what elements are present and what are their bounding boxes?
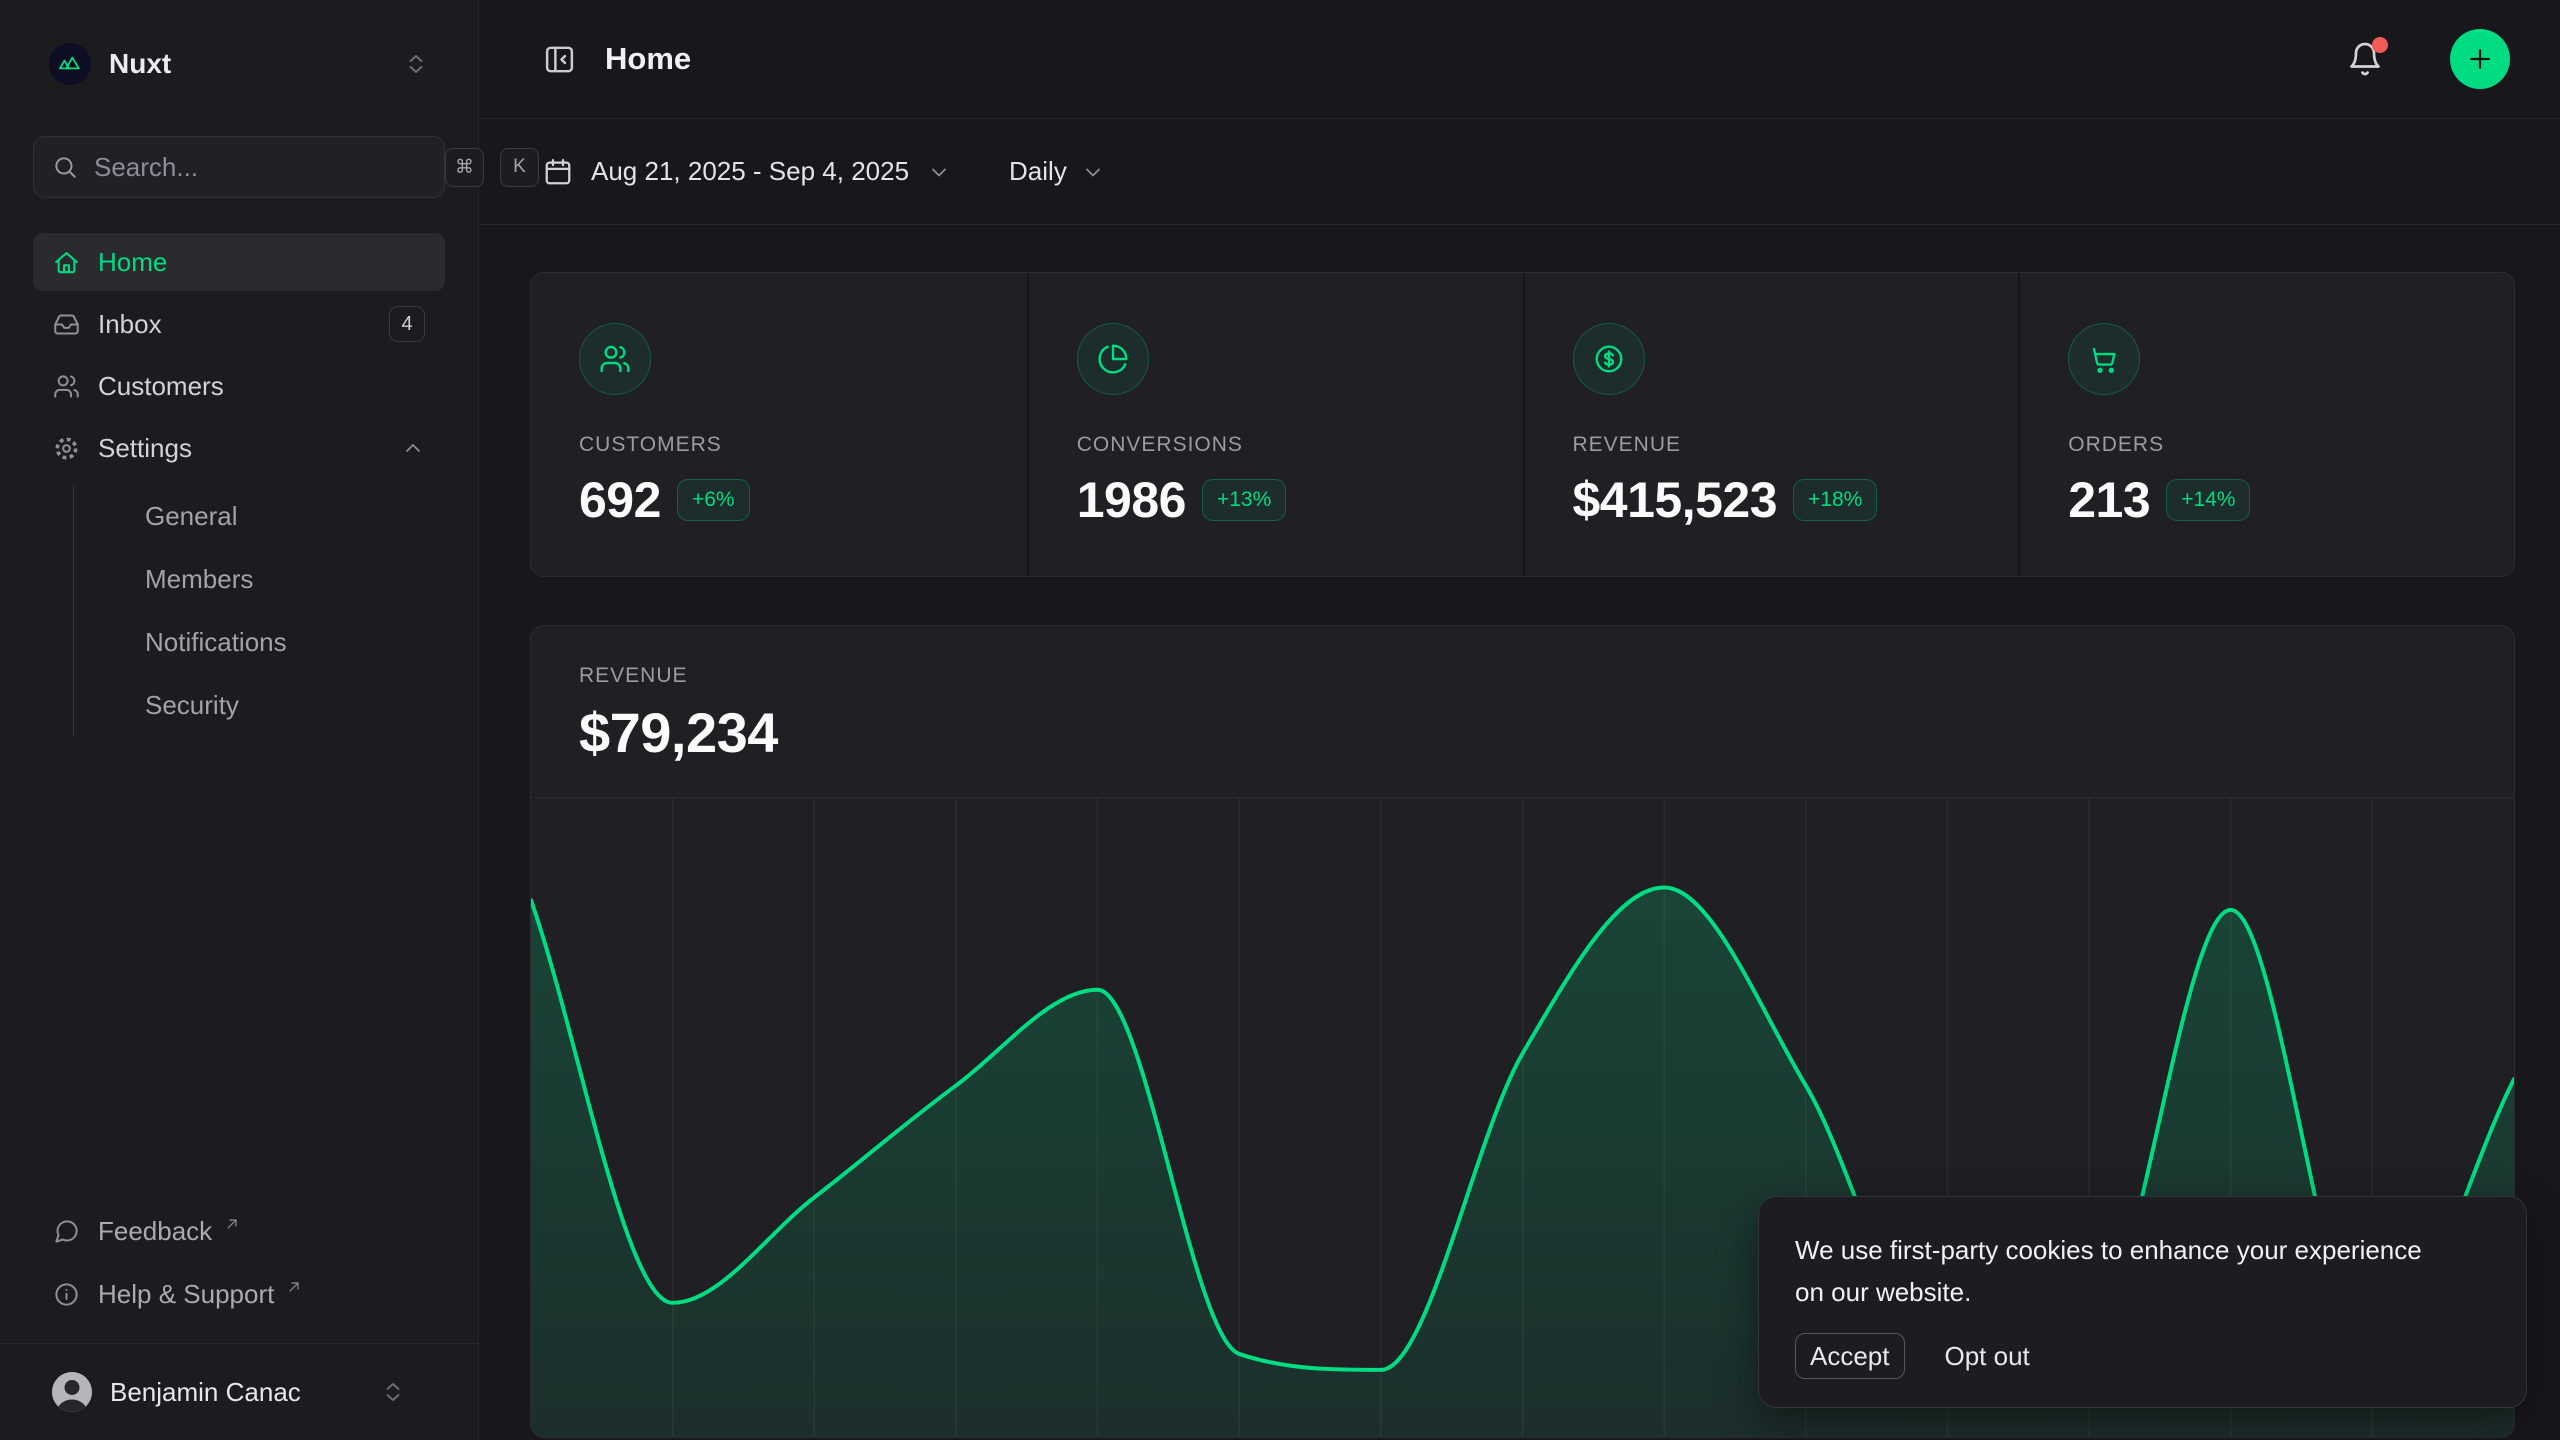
chevron-up-icon (401, 436, 425, 460)
users-icon (53, 373, 80, 400)
date-range-picker[interactable]: Aug 21, 2025 - Sep 4, 2025 (543, 156, 951, 187)
circle-dollar-icon (1573, 323, 1645, 395)
sidebar-item-inbox[interactable]: Inbox 4 (33, 295, 445, 353)
stat-delta-badge: +6% (677, 479, 750, 521)
date-range-value: Aug 21, 2025 - Sep 4, 2025 (591, 156, 909, 187)
cookie-banner: We use first-party cookies to enhance yo… (1758, 1196, 2527, 1408)
search-field[interactable] (94, 152, 429, 183)
footer-link-label: Feedback (98, 1216, 212, 1247)
stat-card-conversions: CONVERSIONS 1986 +13% (1027, 273, 1523, 576)
accept-button[interactable]: Accept (1795, 1333, 1905, 1379)
shopping-cart-icon (2068, 323, 2140, 395)
pie-chart-icon (1077, 323, 1149, 395)
sidebar-item-settings[interactable]: Settings (33, 419, 445, 477)
chevron-down-icon (1081, 160, 1105, 184)
stat-value: 1986 (1077, 471, 1186, 529)
sidebar-item-label: Home (98, 247, 425, 278)
stat-label: REVENUE (1573, 433, 1971, 457)
stat-label: CUSTOMERS (579, 433, 979, 457)
submenu-item-label: Security (145, 690, 239, 721)
stat-value: 692 (579, 471, 661, 529)
granularity-value: Daily (1009, 156, 1067, 187)
stat-card-customers: CUSTOMERS 692 +6% (531, 273, 1027, 576)
workspace-name: Nuxt (109, 48, 385, 80)
sidebar: Nuxt ⌘ K Home Inbox 4 (0, 0, 479, 1440)
plus-icon (2465, 44, 2495, 74)
submenu-item-label: Members (145, 564, 253, 595)
panel-left-close-icon (543, 43, 576, 76)
sidebar-item-members[interactable]: Members (74, 548, 445, 611)
sidebar-item-label: Inbox (98, 309, 371, 340)
search-icon (52, 154, 78, 180)
stat-card-revenue: REVENUE $415,523 +18% (1523, 273, 2019, 576)
calendar-icon (543, 157, 573, 187)
help-support-link[interactable]: Help & Support (33, 1265, 445, 1323)
granularity-select[interactable]: Daily (1009, 156, 1105, 187)
toolbar: Aug 21, 2025 - Sep 4, 2025 Daily (479, 119, 2560, 225)
stat-delta-badge: +14% (2166, 479, 2250, 521)
search-input[interactable]: ⌘ K (33, 136, 445, 198)
sidebar-item-label: Customers (98, 371, 425, 402)
submenu-item-label: Notifications (145, 627, 287, 658)
sidebar-item-security[interactable]: Security (74, 674, 445, 737)
chat-bubble-icon (53, 1218, 80, 1245)
user-name: Benjamin Canac (110, 1377, 362, 1408)
external-link-icon (286, 1279, 302, 1295)
sidebar-footer-nav: Feedback Help & Support (33, 1202, 445, 1323)
notification-dot (2372, 37, 2388, 53)
workspace-selector[interactable]: Nuxt (33, 36, 445, 92)
opt-out-button[interactable]: Opt out (1945, 1341, 2030, 1372)
page-title: Home (605, 41, 2318, 77)
sidebar-toggle-button[interactable] (543, 43, 576, 76)
chevron-down-icon (927, 160, 951, 184)
revenue-chart-label: REVENUE (579, 664, 2466, 688)
stat-value: 213 (2068, 471, 2150, 529)
gear-icon (53, 435, 80, 462)
settings-submenu: General Members Notifications Security (33, 485, 445, 737)
info-circle-icon (53, 1281, 80, 1308)
user-section: Benjamin Canac (0, 1343, 478, 1440)
cookie-message: We use first-party cookies to enhance yo… (1795, 1229, 2425, 1313)
stat-label: ORDERS (2068, 433, 2466, 457)
stat-delta-badge: +13% (1202, 479, 1286, 521)
inbox-count-badge: 4 (389, 306, 425, 342)
chevrons-up-down-icon (380, 1379, 406, 1405)
page-header: Home (479, 0, 2560, 119)
external-link-icon (224, 1216, 240, 1232)
nuxt-logo-icon (49, 43, 91, 85)
users-icon (579, 323, 651, 395)
stat-label: CONVERSIONS (1077, 433, 1475, 457)
chevrons-up-down-icon (403, 51, 429, 77)
notifications-button[interactable] (2347, 41, 2383, 77)
avatar (52, 1372, 92, 1412)
user-menu[interactable]: Benjamin Canac (33, 1360, 425, 1424)
sidebar-item-notifications[interactable]: Notifications (74, 611, 445, 674)
stat-card-orders: ORDERS 213 +14% (2018, 273, 2514, 576)
sidebar-nav: Home Inbox 4 Customers Settings (33, 233, 445, 737)
home-icon (53, 249, 80, 276)
stats-row: CUSTOMERS 692 +6% CONVERSIONS 1986 +13% (530, 272, 2515, 577)
sidebar-item-customers[interactable]: Customers (33, 357, 445, 415)
sidebar-item-home[interactable]: Home (33, 233, 445, 291)
sidebar-item-label: Settings (98, 433, 383, 464)
revenue-chart-value: $79,234 (579, 700, 2466, 765)
submenu-item-label: General (145, 501, 238, 532)
sidebar-item-general[interactable]: General (74, 485, 445, 548)
feedback-link[interactable]: Feedback (33, 1202, 445, 1260)
stat-value: $415,523 (1573, 471, 1778, 529)
inbox-icon (53, 311, 80, 338)
add-button[interactable] (2450, 29, 2510, 89)
footer-link-label: Help & Support (98, 1279, 274, 1310)
stat-delta-badge: +18% (1793, 479, 1877, 521)
